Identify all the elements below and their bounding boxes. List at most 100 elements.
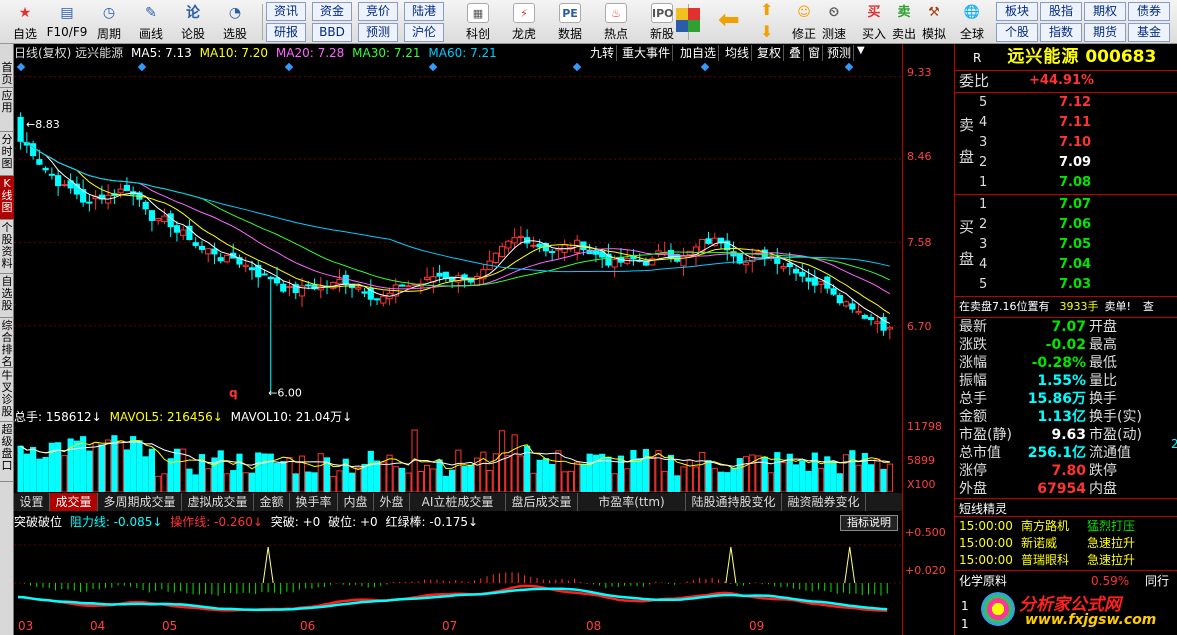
market-button[interactable]: 期货 <box>1084 23 1126 42</box>
indicator-tab-11[interactable]: 陆股通持股变化 <box>686 493 782 511</box>
kline-tool-0[interactable]: 九转 <box>588 45 618 61</box>
market-button[interactable]: 基金 <box>1128 23 1170 42</box>
market-button[interactable]: 指数 <box>1040 23 1082 42</box>
kline-tool-2[interactable]: 加自选 <box>678 45 720 61</box>
toolbar-small-button[interactable]: 竞价 <box>358 2 398 21</box>
toolbar-button-1[interactable]: ▤ F10/F9 <box>46 0 88 44</box>
market-button[interactable]: 期权 <box>1084 2 1126 21</box>
market-button[interactable]: 债券 <box>1128 2 1170 21</box>
toolbar-small-button[interactable]: 资讯 <box>266 2 306 21</box>
kline-tool-4[interactable]: 复权 <box>755 45 785 61</box>
toolbar-button3-2[interactable]: 买买入 <box>858 0 890 44</box>
sell-level-row[interactable]: 3 7.10 <box>955 133 1177 153</box>
arrow-left-icon[interactable]: ⬅ <box>718 6 740 34</box>
left-tab-1[interactable]: 应用 <box>0 88 14 132</box>
volume-bar <box>417 470 424 492</box>
kline-tool-6[interactable]: 窗 <box>806 45 824 61</box>
toolbar-small-button[interactable]: 沪伦 <box>404 23 444 42</box>
sell-level-row[interactable]: 2 7.09 <box>955 153 1177 173</box>
toolbar-small-button[interactable]: 研报 <box>266 23 306 42</box>
sprite-row[interactable]: 15:00:00 南方路机 猛烈打压 <box>955 518 1177 535</box>
market-button[interactable]: 个股 <box>996 23 1038 42</box>
indicator-tab-5[interactable]: 换手率 <box>290 493 338 511</box>
market-button[interactable]: 板块 <box>996 2 1038 21</box>
toolbar-button-5[interactable]: ◔ 选股 <box>214 0 256 44</box>
left-tab-3[interactable]: K线图 <box>0 176 14 220</box>
indicator-tab-1[interactable]: 成交量 <box>50 493 98 511</box>
left-tab-7[interactable]: 牛叉诊股 <box>0 368 14 422</box>
toolbar-button2-2[interactable]: PE 数据 <box>548 0 592 44</box>
indicator-tab-9[interactable]: 盘后成交量 <box>506 493 578 511</box>
notice-volume: 3933手 <box>1059 300 1099 313</box>
quote-value: 15.86万 <box>1027 391 1086 407</box>
flower-icon <box>981 592 1015 626</box>
left-tab-6[interactable]: 综合排名 <box>0 318 14 368</box>
buy-level-row[interactable]: 4 7.04 <box>955 255 1177 275</box>
indicator-tab-2[interactable]: 多周期成交量 <box>98 493 182 511</box>
volume-bar <box>717 471 725 492</box>
arrow-up-icon[interactable]: ⬆ <box>760 0 773 19</box>
kline-tool-1[interactable]: 重大事件 <box>620 45 674 61</box>
arrow-down-icon[interactable]: ⬇ <box>760 22 773 41</box>
toolbar-button2-0[interactable]: ▦ 科创 <box>456 0 500 44</box>
kline-tool-3[interactable]: 均线 <box>723 45 753 61</box>
indicator-tab-8[interactable]: AI立桩成交量 <box>410 493 506 511</box>
indicator-tab-12[interactable]: 融资融券变化 <box>782 493 866 511</box>
buy-level-row[interactable]: 1 7.07 <box>955 195 1177 215</box>
market-button[interactable]: 股指 <box>1040 2 1082 21</box>
sprite-row[interactable]: 15:00:00 普瑞眼科 急速拉升 <box>955 552 1177 569</box>
volume-bar <box>167 458 174 492</box>
left-tab-0[interactable]: 首页 <box>0 60 14 88</box>
indicator-tab-10[interactable]: 市盈率(ttm) <box>578 493 686 511</box>
buy-level-row[interactable]: 3 7.05 <box>955 235 1177 255</box>
toolbar-button3-1[interactable]: ⏲ 测速 <box>818 0 850 44</box>
indicator-chart[interactable] <box>14 533 902 617</box>
breakout-signal <box>725 546 737 584</box>
kline-tool-5[interactable]: 叠 <box>787 45 805 61</box>
indicator-help-button[interactable]: 指标说明 <box>840 515 898 531</box>
toolbar-button-3[interactable]: ✎ 画线 <box>130 0 172 44</box>
indicator-tab-0[interactable]: 设置 <box>14 493 50 511</box>
volume-bar <box>30 447 37 492</box>
sector-row[interactable]: 化学原料 0.59% 同行 <box>955 571 1177 591</box>
toolbar-button3-0[interactable]: ☺ 修正 <box>788 0 820 44</box>
indicator-tab-4[interactable]: 金额 <box>254 493 290 511</box>
indicator-header: 突破破位 阻力线: -0.085↓ 操作线: -0.260↓ 突破: +0 破位… <box>14 513 902 531</box>
sprite-row[interactable]: 15:00:00 新诺威 急速拉升 <box>955 535 1177 552</box>
dropdown-icon[interactable]: ▼ <box>857 45 865 56</box>
toolbar-button-0[interactable]: ★ 自选 <box>4 0 46 44</box>
kline-chart[interactable]: ←8.83 ←6.00 q <box>14 62 902 407</box>
toolbar-button3-5[interactable]: 🌐 全球 <box>956 0 988 44</box>
candle <box>217 253 224 264</box>
sell-level-row[interactable]: 1 7.08 <box>955 173 1177 193</box>
buy-level-row[interactable]: 5 7.03 <box>955 275 1177 295</box>
indicator-tab-7[interactable]: 外盘 <box>374 493 410 511</box>
toolbar-small-button[interactable]: 预测 <box>358 23 398 42</box>
left-tab-8[interactable]: 超级盘口 <box>0 422 14 482</box>
indicator-tab-3[interactable]: 虚拟成交量 <box>182 493 254 511</box>
toolbar-small-button[interactable]: BBD <box>312 23 352 42</box>
toolbar-small-button[interactable]: 陆港 <box>404 2 444 21</box>
notice-link[interactable]: 查 <box>1143 300 1154 313</box>
volume-bar <box>86 450 93 492</box>
indicator-tab-6[interactable]: 内盘 <box>338 493 374 511</box>
candle <box>92 190 99 210</box>
toolbar-button-2[interactable]: ◷ 周期 <box>88 0 130 44</box>
left-tab-4[interactable]: 个股资料 <box>0 220 14 274</box>
buy-level-row[interactable]: 2 7.06 <box>955 215 1177 235</box>
left-tab-5[interactable]: 自选股 <box>0 274 14 318</box>
toolbar-small-button[interactable]: 资金 <box>312 2 352 21</box>
breakout-signal <box>844 546 856 584</box>
candle <box>842 300 850 308</box>
kline-tool-7[interactable]: 预测 <box>825 45 855 61</box>
left-tab-2[interactable]: 分时图 <box>0 132 14 176</box>
sell-level-row[interactable]: 4 7.11 <box>955 113 1177 133</box>
color-grid-icon[interactable] <box>676 8 700 32</box>
toolbar-button-4[interactable]: 论论股 <box>172 0 214 44</box>
toolbar-button3-3[interactable]: 卖卖出 <box>888 0 920 44</box>
volume-chart[interactable] <box>14 426 902 492</box>
toolbar-button3-4[interactable]: ⚒ 模拟 <box>918 0 950 44</box>
sell-level-row[interactable]: 5 7.12 <box>955 93 1177 113</box>
toolbar-button2-3[interactable]: ♨ 热点 <box>594 0 638 44</box>
toolbar-button2-1[interactable]: ⚡ 龙虎 <box>502 0 546 44</box>
